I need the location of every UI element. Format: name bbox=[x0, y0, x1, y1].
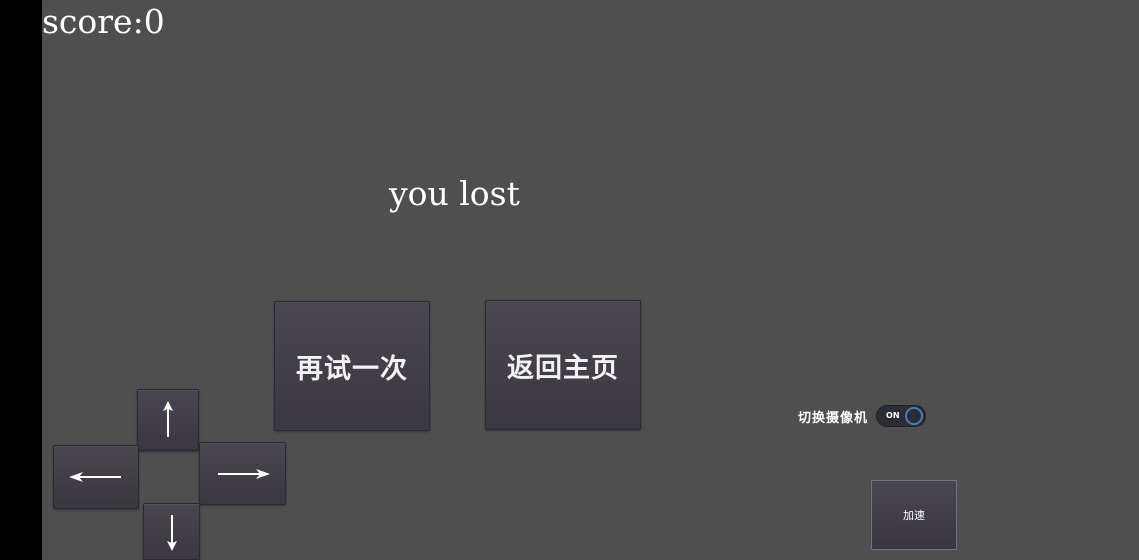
boost-button[interactable]: 加速 bbox=[871, 480, 957, 550]
right-arrow-icon bbox=[217, 468, 270, 479]
dpad-up-button[interactable] bbox=[137, 389, 199, 451]
dpad-right-button[interactable] bbox=[199, 442, 286, 505]
camera-toggle-switch[interactable]: ON bbox=[876, 405, 927, 427]
retry-button-label: 再试一次 bbox=[296, 353, 408, 385]
home-button-label: 返回主页 bbox=[507, 352, 619, 384]
up-arrow-icon bbox=[163, 401, 173, 437]
game-viewport: score:0 you lost 再试一次 返回主页 切换摄像机 ON 加速 bbox=[42, 0, 1139, 560]
down-arrow-icon bbox=[166, 514, 177, 551]
retry-button[interactable]: 再试一次 bbox=[274, 301, 430, 431]
home-button[interactable]: 返回主页 bbox=[485, 300, 641, 430]
toggle-knob bbox=[905, 407, 924, 425]
dpad-left-button[interactable] bbox=[53, 445, 139, 509]
score-display: score:0 bbox=[42, 2, 165, 41]
boost-button-label: 加速 bbox=[903, 509, 925, 522]
camera-toggle-state: ON bbox=[886, 411, 900, 420]
camera-toggle-row: 切换摄像机 ON bbox=[798, 404, 927, 428]
dpad-down-button[interactable] bbox=[143, 503, 200, 560]
game-over-message: you lost bbox=[389, 174, 520, 213]
left-arrow-icon bbox=[69, 472, 121, 482]
camera-toggle-label: 切换摄像机 bbox=[798, 410, 869, 426]
